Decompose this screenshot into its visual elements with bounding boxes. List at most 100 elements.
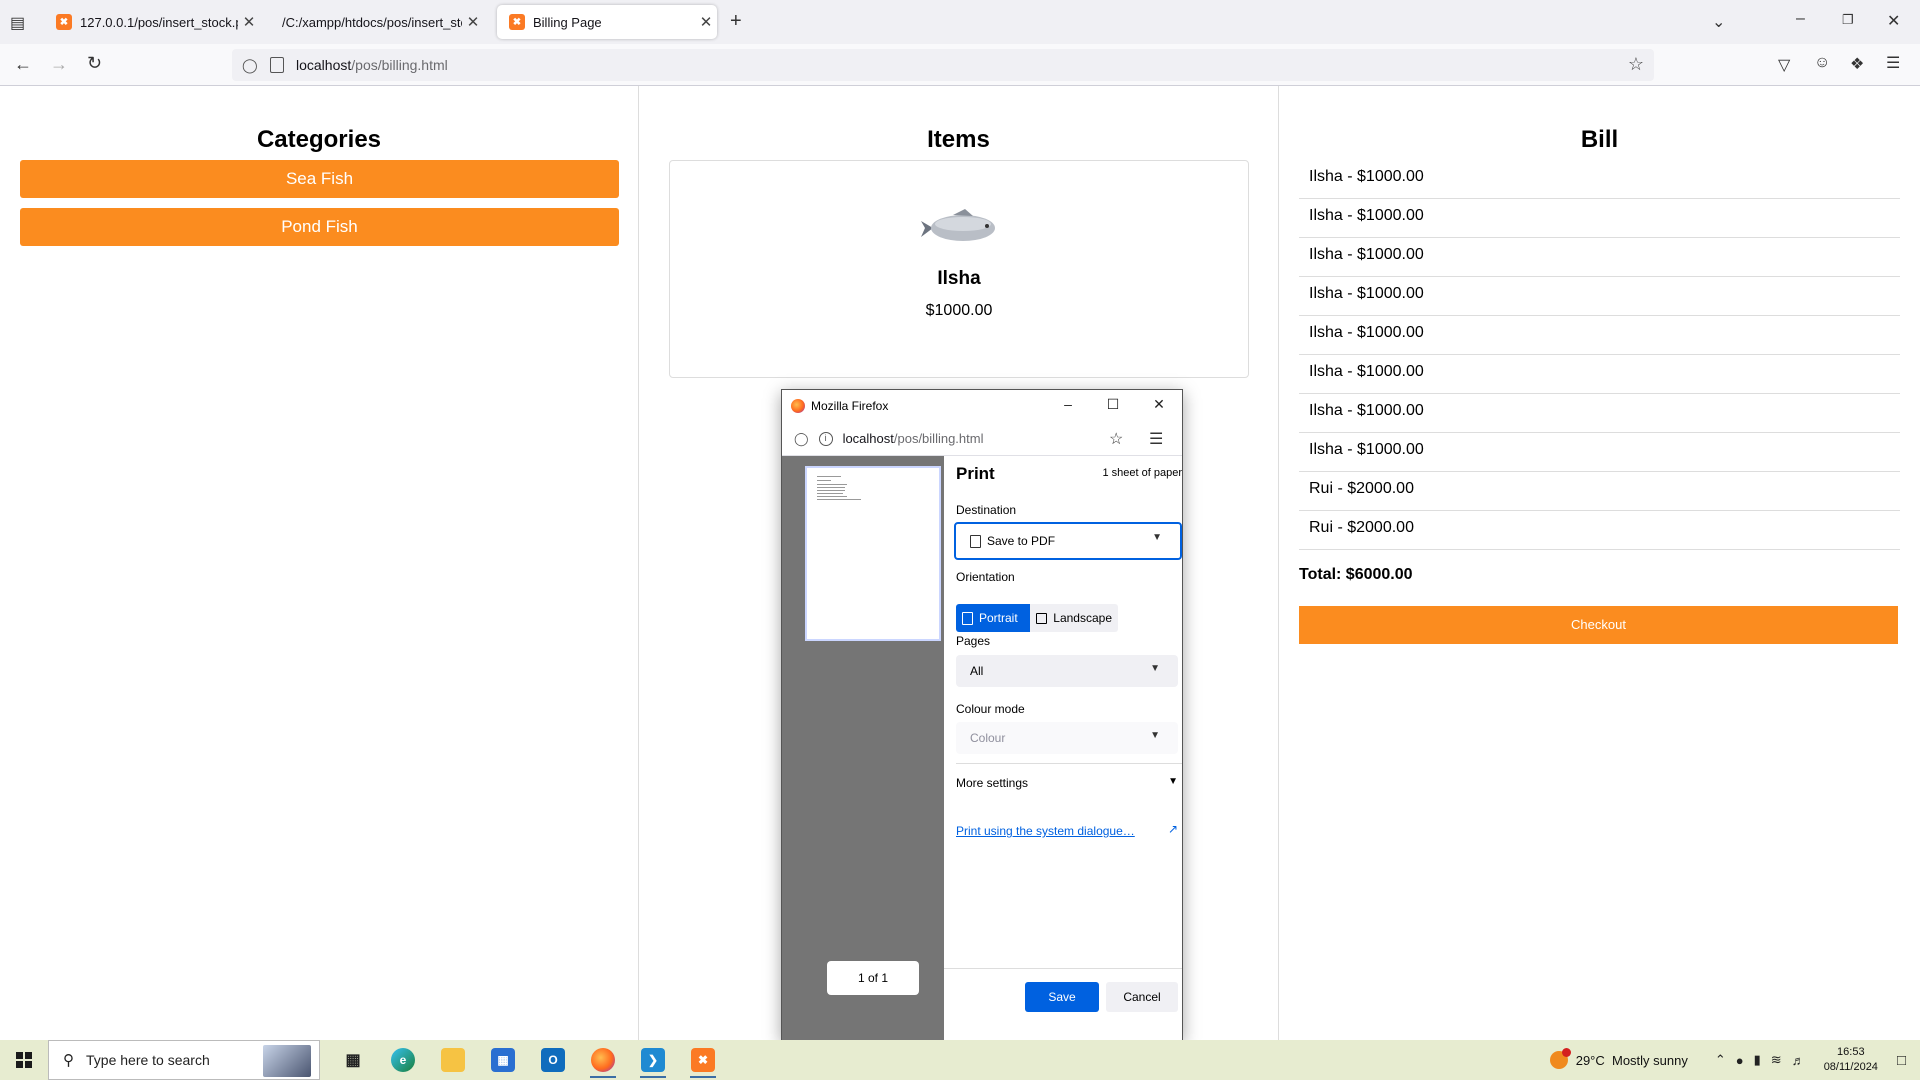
taskbar-outlook[interactable]: O: [528, 1040, 578, 1080]
save-button[interactable]: Save: [1025, 982, 1099, 1012]
bill-column: Bill Ilsha - $1000.00 Ilsha - $1000.00 I…: [1279, 86, 1920, 1040]
tab-title: /C:/xampp/htdocs/pos/insert_stock.php: [282, 14, 462, 30]
item-price: $1000.00: [925, 302, 993, 319]
minimize-icon[interactable]: –: [1058, 396, 1078, 412]
orientation-landscape-button[interactable]: Landscape: [1030, 604, 1118, 632]
show-hidden-icons-chevron-icon[interactable]: ⌃: [1715, 1052, 1726, 1068]
restore-icon[interactable]: ❐: [1842, 12, 1854, 28]
extensions-puzzle-icon[interactable]: ❖: [1850, 54, 1864, 74]
item-name: Ilsha: [937, 268, 981, 289]
account-icon[interactable]: ☺: [1814, 54, 1830, 72]
navigation-toolbar: ← → ↻ ◯ localhost /pos/billing.html ☆ ▽ …: [0, 44, 1920, 86]
list-all-tabs-icon[interactable]: ▤: [10, 13, 25, 33]
bookmark-star-icon[interactable]: ☆: [1109, 429, 1123, 449]
address-bar[interactable]: ◯ localhost /pos/billing.html ☆: [232, 49, 1654, 81]
tab-billing-page[interactable]: ✖ Billing Page ✕: [497, 5, 717, 39]
orientation-portrait-button[interactable]: Portrait: [956, 604, 1030, 632]
taskbar-search-box[interactable]: ⚲ Type here to search: [48, 1040, 320, 1080]
wifi-icon[interactable]: ≋: [1771, 1052, 1782, 1068]
category-button-pond-fish[interactable]: Pond Fish: [20, 208, 619, 246]
sheet-count: 1 sheet of paper: [1102, 467, 1182, 479]
orientation-label: Orientation: [956, 570, 1015, 584]
bill-heading: Bill: [1580, 126, 1619, 153]
print-preview-sheet: [805, 466, 941, 641]
forward-arrow-icon[interactable]: →: [50, 54, 68, 75]
pages-value: All: [970, 664, 984, 678]
meet-now-icon[interactable]: ●: [1736, 1053, 1744, 1068]
search-highlight-image: [263, 1045, 311, 1077]
external-link-icon[interactable]: ↗: [1168, 822, 1178, 836]
close-window-icon[interactable]: ✕: [1149, 396, 1169, 413]
more-settings-toggle[interactable]: More settings ▼: [956, 763, 1182, 790]
print-window-titlebar[interactable]: Mozilla Firefox – ☐ ✕: [782, 390, 1182, 422]
bookmark-star-icon[interactable]: ☆: [1628, 54, 1644, 75]
cancel-button[interactable]: Cancel: [1106, 982, 1178, 1012]
tab-file-insert-stock[interactable]: /C:/xampp/htdocs/pos/insert_stock.php ✕: [262, 5, 484, 39]
bill-row: Rui - $2000.00: [1299, 472, 1900, 511]
taskbar-firefox[interactable]: [578, 1040, 628, 1080]
close-tab-icon[interactable]: ✕: [695, 13, 717, 31]
colour-mode-select[interactable]: Colour ▼: [956, 722, 1178, 754]
folder-icon: [441, 1048, 465, 1072]
destination-select[interactable]: Save to PDF ▼: [954, 522, 1182, 560]
windows-taskbar: ⚲ Type here to search ▦ e ▦ O ❯ ✖ 29°C M…: [0, 1040, 1920, 1080]
tab-overflow-chevron-icon[interactable]: ⌄: [1712, 12, 1725, 32]
landscape-label: Landscape: [1053, 611, 1112, 625]
browser-tab-strip: ▤ ✖ 127.0.0.1/pos/insert_stock.php ✕ /C:…: [0, 0, 1920, 44]
minimize-icon[interactable]: –: [1796, 10, 1805, 28]
bill-row: Ilsha - $1000.00: [1299, 316, 1900, 355]
maximize-icon[interactable]: ☐: [1103, 396, 1123, 413]
print-settings-panel: Print 1 sheet of paper Destination Save …: [944, 456, 1182, 1041]
weather-sun-icon[interactable]: [1549, 1048, 1571, 1069]
item-card[interactable]: Ilsha $1000.00: [669, 160, 1249, 378]
new-tab-icon[interactable]: +: [730, 10, 742, 33]
app-menu-icon[interactable]: ☰: [1886, 53, 1900, 73]
pages-select[interactable]: All ▼: [956, 655, 1178, 687]
page-info-icon[interactable]: [270, 57, 284, 73]
site-info-icon[interactable]: i: [818, 431, 833, 446]
tracking-protection-shield-icon[interactable]: ◯: [242, 57, 262, 74]
search-placeholder: Type here to search: [86, 1052, 210, 1068]
landscape-page-icon: [1036, 612, 1048, 624]
bill-row: Ilsha - $1000.00: [1299, 277, 1900, 316]
battery-icon[interactable]: ▮: [1754, 1052, 1761, 1068]
categories-column: Categories Sea Fish Pond Fish: [0, 86, 639, 1040]
menu-icon[interactable]: ☰: [1149, 429, 1163, 449]
taskbar-vscode[interactable]: ❯: [628, 1040, 678, 1080]
close-tab-icon[interactable]: ✕: [462, 13, 484, 31]
taskbar-edge[interactable]: e: [378, 1040, 428, 1080]
system-tray: 29°C Mostly sunny ⌃ ● ▮ ≋ ♬ 16:53 08/11/…: [1549, 1040, 1920, 1080]
url-host: localhost: [842, 431, 894, 446]
volume-icon[interactable]: ♬: [1792, 1053, 1805, 1068]
close-window-icon[interactable]: ✕: [1887, 11, 1900, 31]
category-button-sea-fish[interactable]: Sea Fish: [20, 160, 619, 198]
close-tab-icon[interactable]: ✕: [238, 13, 260, 31]
taskbar-store[interactable]: ▦: [478, 1040, 528, 1080]
task-view-button[interactable]: ▦: [328, 1040, 378, 1080]
edge-icon: e: [391, 1048, 415, 1072]
chevron-down-icon: ▼: [1150, 730, 1160, 741]
reload-icon[interactable]: ↻: [87, 53, 102, 74]
pocket-icon[interactable]: ▽: [1778, 55, 1790, 75]
windows-logo-icon: [16, 1052, 32, 1068]
system-dialog-link[interactable]: Print using the system dialogue…: [956, 824, 1135, 838]
tracking-protection-shield-icon[interactable]: ◯: [794, 431, 809, 447]
tab-insert-stock[interactable]: ✖ 127.0.0.1/pos/insert_stock.php ✕: [44, 5, 260, 39]
print-dialog-footer: Save Cancel: [944, 968, 1182, 1041]
orientation-toggle: Portrait Landscape: [956, 604, 1118, 632]
weather-text[interactable]: 29°C Mostly sunny: [1576, 1053, 1688, 1068]
page-count-indicator: 1 of 1: [827, 961, 919, 995]
checkout-button[interactable]: Checkout: [1299, 606, 1898, 644]
start-button[interactable]: [0, 1040, 48, 1080]
xampp-icon: ✖: [509, 14, 525, 30]
tab-title: Billing Page: [533, 14, 602, 30]
url-host: localhost: [296, 57, 352, 73]
taskbar-xampp[interactable]: ✖: [678, 1040, 728, 1080]
bill-row: Ilsha - $1000.00: [1299, 433, 1900, 472]
notifications-icon[interactable]: □: [1897, 1052, 1906, 1069]
taskbar-file-explorer[interactable]: [428, 1040, 478, 1080]
items-heading: Items: [927, 126, 990, 153]
url-path: /pos/billing.html: [351, 57, 448, 73]
taskbar-clock[interactable]: 16:53 08/11/2024: [1824, 1045, 1878, 1075]
back-arrow-icon[interactable]: ←: [14, 54, 32, 75]
